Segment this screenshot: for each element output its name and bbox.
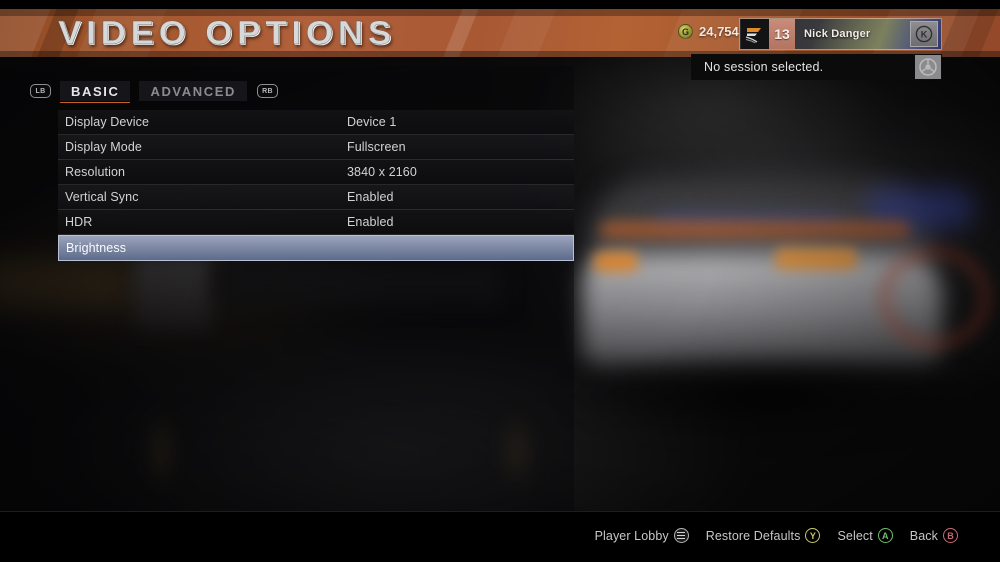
settings-row-vertical-sync[interactable]: Vertical Sync Enabled [58, 185, 574, 210]
steering-wheel-icon [915, 55, 941, 79]
options-tab-bar: LB BASIC ADVANCED RB [30, 81, 278, 103]
setting-value: Fullscreen [347, 140, 406, 154]
setting-label: Vertical Sync [65, 190, 139, 204]
settings-row-display-device[interactable]: Display Device Device 1 [58, 110, 574, 135]
menu-button-icon[interactable] [673, 528, 689, 543]
video-options-screen: VIDEO OPTIONS G 24,754 13 Nick Danger K … [0, 0, 1000, 562]
button-prompts: Player Lobby Restore Defaults Y Select A… [595, 528, 958, 543]
team-logo-icon [741, 19, 769, 49]
setting-value: Enabled [347, 190, 394, 204]
setting-value: 3840 x 2160 [347, 165, 417, 179]
prompt-label: Restore Defaults [705, 528, 801, 543]
prompt-back[interactable]: Back B [910, 528, 958, 543]
setting-label: Resolution [65, 165, 126, 179]
club-badge-icon: K [910, 21, 938, 47]
setting-label: Display Device [65, 115, 150, 129]
setting-label: HDR [65, 215, 93, 229]
footer-bar: Player Lobby Restore Defaults Y Select A… [0, 511, 1000, 562]
prompt-select[interactable]: Select A [837, 528, 893, 543]
settings-row-brightness[interactable]: Brightness [58, 235, 574, 261]
b-button-icon[interactable]: B [943, 528, 958, 543]
tab-basic[interactable]: BASIC [60, 81, 131, 103]
video-settings-list: Display Device Device 1 Display Mode Ful… [58, 110, 574, 261]
setting-label: Brightness [66, 241, 127, 255]
session-status-text: No session selected. [704, 60, 824, 74]
prompt-label: Select [837, 528, 873, 543]
settings-row-display-mode[interactable]: Display Mode Fullscreen [58, 135, 574, 160]
banner-slash [431, 9, 489, 57]
credits-amount: 24,754 [699, 24, 739, 39]
a-button-icon[interactable]: A [877, 528, 893, 543]
tab-advanced[interactable]: ADVANCED [139, 81, 247, 101]
player-gamertag-card[interactable]: 13 Nick Danger K [739, 18, 942, 50]
svg-text:K: K [921, 29, 928, 39]
credits-coin-icon: G [678, 24, 693, 39]
session-status-bar[interactable]: No session selected. [691, 54, 942, 80]
settings-row-hdr[interactable]: HDR Enabled [58, 210, 574, 235]
setting-label: Display Mode [65, 140, 142, 154]
banner-slash [0, 9, 61, 57]
left-bumper-icon[interactable]: LB [30, 84, 51, 98]
setting-value: Enabled [347, 215, 394, 229]
prompt-label: Back [909, 528, 938, 543]
letterbox-top [0, 0, 1000, 9]
y-button-icon[interactable]: Y [805, 528, 821, 543]
player-name: Nick Danger [804, 28, 871, 40]
banner-slash [485, 9, 567, 57]
setting-value: Device 1 [347, 115, 397, 129]
right-bumper-icon[interactable]: RB [256, 84, 278, 98]
settings-row-resolution[interactable]: Resolution 3840 x 2160 [58, 160, 574, 185]
prompt-label: Player Lobby [594, 528, 669, 543]
prompt-player-lobby[interactable]: Player Lobby [595, 528, 689, 543]
page-title: VIDEO OPTIONS [58, 14, 397, 51]
credits-display: G 24,754 [678, 24, 739, 39]
player-level-badge: 13 [769, 19, 795, 49]
prompt-restore-defaults[interactable]: Restore Defaults Y [706, 528, 821, 543]
